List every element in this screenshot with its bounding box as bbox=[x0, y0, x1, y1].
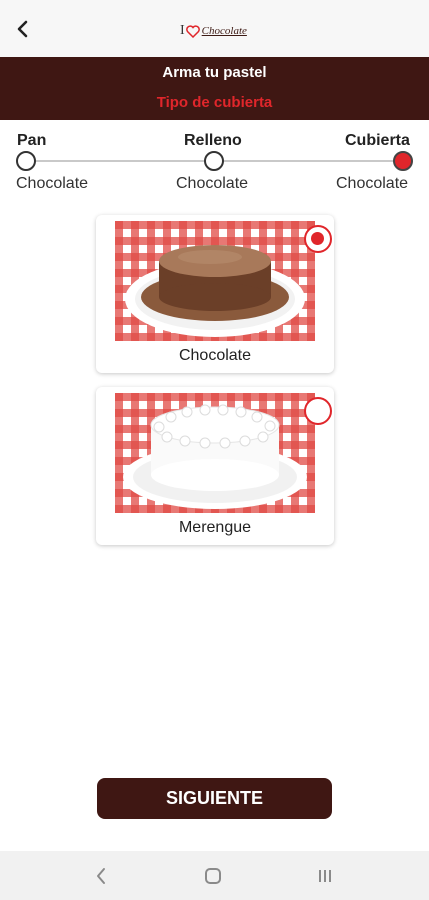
option-radio-merengue[interactable] bbox=[304, 397, 332, 425]
back-button[interactable] bbox=[10, 16, 36, 42]
option-label-chocolate: Chocolate bbox=[178, 347, 252, 364]
page-header: Arma tu pastel Tipo de cubierta bbox=[0, 57, 429, 120]
step-value-pan: Chocolate bbox=[16, 175, 89, 192]
step-label-pan: Pan bbox=[17, 132, 47, 149]
option-radio-chocolate[interactable] bbox=[304, 225, 332, 253]
step-label-relleno: Relleno bbox=[184, 132, 242, 149]
nav-back-icon bbox=[97, 868, 105, 884]
option-card-chocolate[interactable]: Chocolate bbox=[96, 215, 334, 373]
logo-script: Chocolate bbox=[201, 25, 247, 37]
system-nav-bar bbox=[0, 851, 429, 900]
step-dot-relleno[interactable] bbox=[204, 151, 224, 171]
page-title: Arma tu pastel bbox=[162, 64, 267, 81]
step-value-cubierta: Chocolate bbox=[336, 175, 409, 192]
step-dot-cubierta[interactable] bbox=[393, 151, 413, 171]
merengue-cake-image bbox=[115, 393, 315, 513]
next-button[interactable]: SIGUIENTE bbox=[97, 778, 332, 819]
nav-home-icon bbox=[205, 868, 221, 884]
heart-icon bbox=[185, 24, 200, 38]
nav-recents-button[interactable] bbox=[310, 863, 340, 889]
option-card-merengue[interactable]: Merengue bbox=[96, 387, 334, 545]
progress-stepper: Pan Chocolate Relleno Chocolate Cubierta… bbox=[0, 120, 429, 200]
option-label-merengue: Merengue bbox=[178, 519, 252, 536]
step-label-cubierta: Cubierta bbox=[345, 132, 410, 149]
top-bar: I Chocolate bbox=[0, 0, 429, 57]
step-value-relleno: Chocolate bbox=[176, 175, 249, 192]
nav-recents-icon bbox=[319, 870, 331, 882]
brand-logo: I Chocolate bbox=[180, 20, 252, 42]
nav-home-button[interactable] bbox=[198, 863, 228, 889]
step-dot-pan[interactable] bbox=[16, 151, 36, 171]
nav-back-button[interactable] bbox=[86, 863, 116, 889]
page-subtitle: Tipo de cubierta bbox=[156, 94, 273, 111]
chocolate-cake-image bbox=[115, 221, 315, 341]
back-arrow-icon bbox=[17, 20, 28, 38]
logo-prefix: I bbox=[180, 23, 185, 38]
